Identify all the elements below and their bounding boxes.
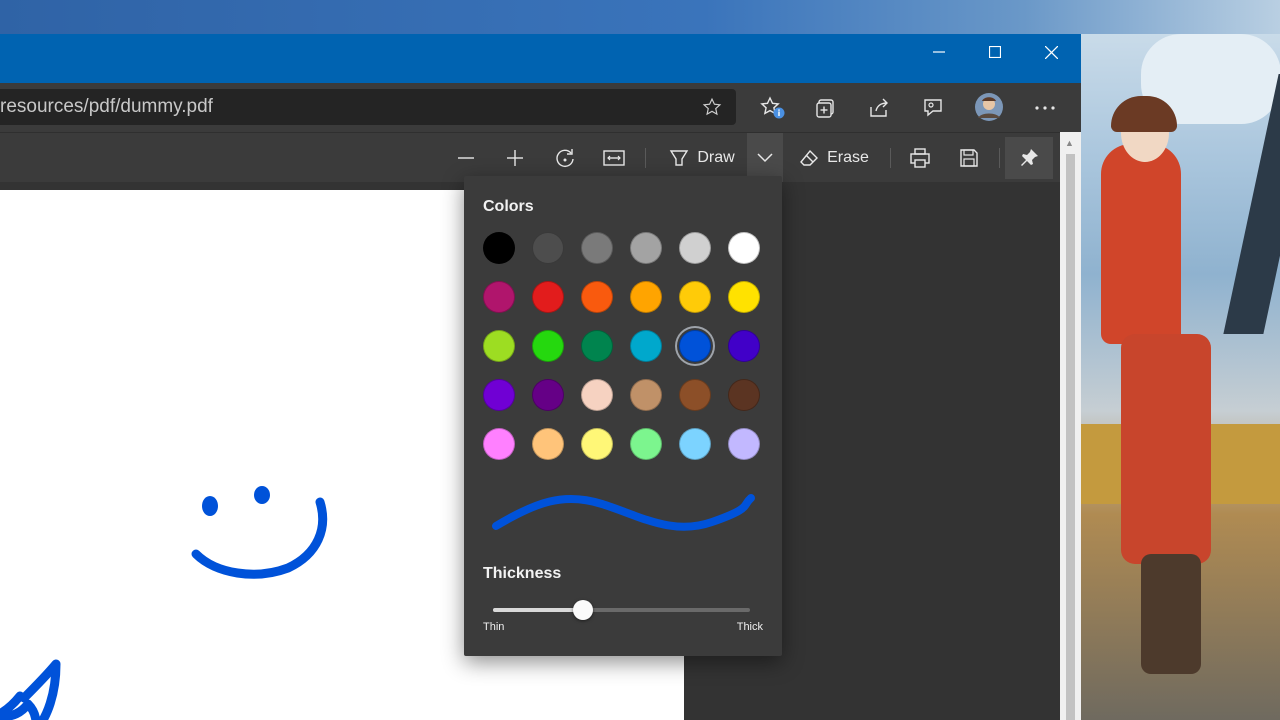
title-bar xyxy=(0,34,1081,83)
thick-label: Thick xyxy=(736,621,763,633)
color-swatch[interactable] xyxy=(630,330,662,362)
address-bar-row: resources/pdf/dummy.pdf xyxy=(0,83,1081,132)
scroll-up-arrow-icon[interactable]: ▲ xyxy=(1065,138,1074,148)
collections-icon[interactable] xyxy=(809,91,843,125)
zoom-in-icon[interactable] xyxy=(498,141,532,175)
colors-heading: Colors xyxy=(483,198,534,215)
eraser-icon xyxy=(800,149,819,166)
thickness-slider-thumb[interactable] xyxy=(572,600,593,620)
toolbar-divider xyxy=(999,148,1000,168)
color-swatch[interactable] xyxy=(532,281,564,313)
color-swatch[interactable] xyxy=(581,281,613,313)
color-swatch[interactable] xyxy=(728,330,760,362)
minimize-icon[interactable] xyxy=(911,34,967,70)
color-swatch[interactable] xyxy=(679,428,711,460)
color-swatch[interactable] xyxy=(630,232,662,264)
draw-label: Draw xyxy=(697,149,735,166)
toolbar-divider xyxy=(645,148,646,168)
color-swatch[interactable] xyxy=(728,428,760,460)
chevron-down-icon xyxy=(757,153,773,163)
rotate-icon[interactable] xyxy=(548,141,582,175)
share-icon[interactable] xyxy=(862,91,896,125)
zoom-out-icon[interactable] xyxy=(449,141,483,175)
thin-label: Thin xyxy=(483,621,505,633)
desktop-wallpaper xyxy=(1081,34,1280,720)
color-swatch[interactable] xyxy=(483,281,515,313)
print-icon[interactable] xyxy=(903,141,937,175)
color-swatch[interactable] xyxy=(630,428,662,460)
draw-pen-icon xyxy=(670,150,689,166)
favorite-star-icon[interactable] xyxy=(695,90,729,124)
color-swatch[interactable] xyxy=(581,232,613,264)
address-field[interactable]: resources/pdf/dummy.pdf xyxy=(0,89,736,125)
thickness-slider-fill xyxy=(493,608,583,612)
thickness-heading: Thickness xyxy=(483,565,562,582)
pin-toolbar-icon[interactable] xyxy=(1005,137,1053,179)
toolbar-divider xyxy=(890,148,891,168)
color-swatch[interactable] xyxy=(532,232,564,264)
erase-button[interactable]: Erase xyxy=(795,141,873,175)
color-swatch[interactable] xyxy=(728,379,760,411)
fit-to-width-icon[interactable] xyxy=(597,141,631,175)
color-swatch[interactable] xyxy=(581,379,613,411)
color-swatch[interactable] xyxy=(483,379,515,411)
erase-label: Erase xyxy=(827,149,869,166)
color-swatch[interactable] xyxy=(581,330,613,362)
color-swatch[interactable] xyxy=(679,281,711,313)
color-swatch[interactable] xyxy=(483,428,515,460)
color-swatch[interactable] xyxy=(630,379,662,411)
favorites-icon[interactable] xyxy=(756,91,790,125)
desktop-wallpaper-top xyxy=(0,0,1280,34)
color-swatch[interactable] xyxy=(581,428,613,460)
thickness-slider[interactable] xyxy=(493,600,750,620)
feedback-icon[interactable] xyxy=(916,91,950,125)
color-swatch[interactable] xyxy=(532,379,564,411)
address-text[interactable]: resources/pdf/dummy.pdf xyxy=(0,96,213,118)
maximize-icon[interactable] xyxy=(967,34,1023,70)
color-swatch[interactable] xyxy=(679,330,711,362)
color-swatch[interactable] xyxy=(532,330,564,362)
scrollbar-thumb[interactable] xyxy=(1066,154,1075,720)
stroke-preview xyxy=(492,494,755,531)
color-swatch[interactable] xyxy=(532,428,564,460)
draw-options-popover: Colors Thickness Thin Thick xyxy=(464,176,782,656)
color-swatch[interactable] xyxy=(630,281,662,313)
color-swatch[interactable] xyxy=(483,232,515,264)
profile-avatar-icon[interactable] xyxy=(972,90,1006,124)
color-swatch[interactable] xyxy=(728,232,760,264)
color-swatch[interactable] xyxy=(483,330,515,362)
color-swatch[interactable] xyxy=(679,232,711,264)
close-icon[interactable] xyxy=(1023,34,1079,70)
color-swatch[interactable] xyxy=(728,281,760,313)
draw-button[interactable]: Draw xyxy=(660,141,744,175)
color-palette xyxy=(483,232,765,472)
more-options-icon[interactable] xyxy=(1028,91,1062,125)
color-swatch[interactable] xyxy=(679,379,711,411)
vertical-scrollbar[interactable]: ▲ xyxy=(1060,132,1081,720)
save-icon[interactable] xyxy=(952,141,986,175)
